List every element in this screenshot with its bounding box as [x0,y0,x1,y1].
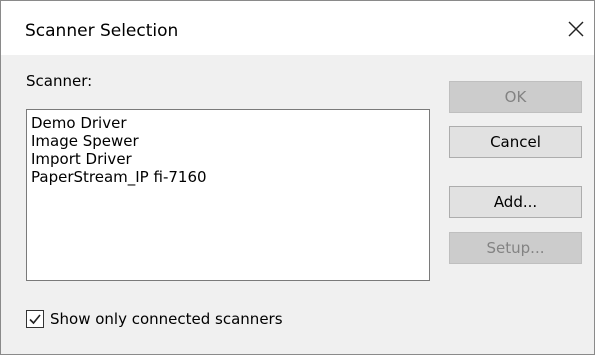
scanner-item-import-driver[interactable]: Import Driver [31,150,429,168]
close-button[interactable] [562,15,590,43]
checkmark-icon [29,314,41,325]
cancel-button[interactable]: Cancel [449,126,582,158]
window-title: Scanner Selection [25,21,179,41]
add-button[interactable]: Add... [449,186,582,218]
dialog-body: Scanner: Demo Driver Image Spewer Import… [1,55,594,354]
scanner-item-demo-driver[interactable]: Demo Driver [31,114,429,132]
scanner-item-paperstream[interactable]: PaperStream_IP fi-7160 [31,168,429,186]
show-connected-label: Show only connected scanners [50,310,283,328]
title-bar[interactable]: Scanner Selection [1,1,594,55]
scanner-item-image-spewer[interactable]: Image Spewer [31,132,429,150]
show-connected-option[interactable]: Show only connected scanners [26,309,283,329]
close-icon [568,21,584,37]
scanner-listbox[interactable]: Demo Driver Image Spewer Import Driver P… [26,109,430,281]
ok-button[interactable]: OK [449,81,582,113]
show-connected-checkbox[interactable] [26,310,44,328]
setup-button[interactable]: Setup... [449,232,582,264]
scanner-selection-dialog: Scanner Selection Scanner: Demo Driver I… [0,0,595,355]
scanner-label: Scanner: [26,72,93,90]
